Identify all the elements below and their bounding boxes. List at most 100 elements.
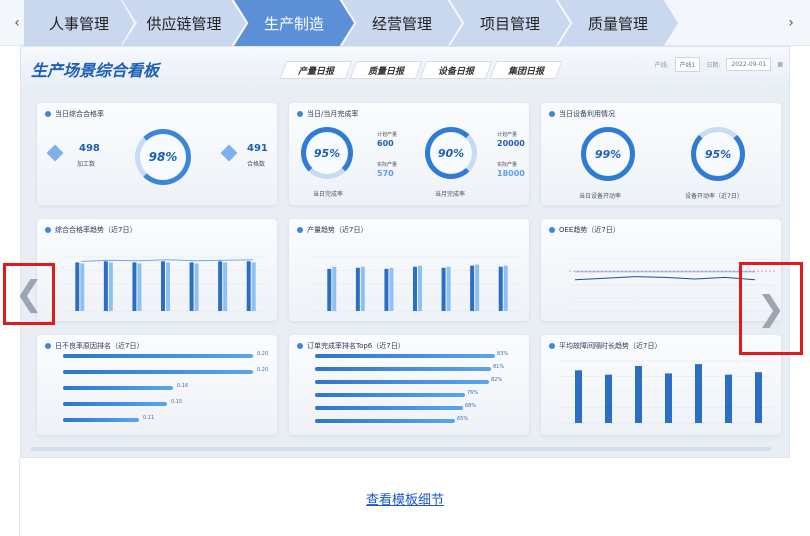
order-bar (315, 406, 463, 410)
tab-production[interactable]: 生产制造 (234, 0, 354, 46)
mtbf-bar (635, 365, 642, 423)
preview-scrollbar[interactable] (31, 447, 771, 451)
chart-bar (503, 265, 508, 311)
card-title-dot-icon (45, 343, 51, 349)
day-completion-ring: 95% (301, 127, 353, 179)
chevron-right-icon: ❯ (756, 288, 786, 329)
tab-label: 供应链管理 (146, 14, 222, 33)
order-row: 76% (297, 390, 527, 400)
card-title-text: 当日综合合格率 (55, 110, 104, 118)
tab-hr[interactable]: 人事管理 (24, 0, 134, 46)
card-title-dot-icon (45, 111, 51, 117)
chart-bar (384, 268, 389, 311)
report-tab-label: 产量日报 (297, 66, 334, 77)
chart-bar (189, 262, 194, 311)
defect-bar (63, 354, 253, 358)
defect-bar (63, 418, 139, 422)
mtbf-bar (575, 370, 582, 423)
previous-slide-button[interactable]: ❮ (3, 263, 55, 325)
order-bar (315, 380, 489, 384)
chart-bar (413, 266, 417, 311)
processed-value: 498 (79, 143, 100, 154)
date-filter-label: 日期: (706, 62, 721, 69)
chart-bar (103, 261, 108, 311)
chart-bar (137, 263, 142, 311)
defect-value: 0.16 (177, 383, 189, 389)
chart-bar (166, 262, 170, 311)
report-tab-label: 集团日报 (507, 66, 544, 77)
category-tab-bar: ‹ 人事管理 供应链管理 生产制造 经营管理 项目管理 质量管理 › (0, 0, 810, 46)
chart-bar (360, 266, 365, 311)
defect-value: 0.20 (257, 367, 269, 373)
mtbf-bar (695, 364, 702, 423)
tab-projects[interactable]: 项目管理 (450, 0, 570, 46)
tab-label: 人事管理 (48, 14, 109, 33)
chart-bar (470, 265, 475, 311)
page-root: ‹ 人事管理 供应链管理 生产制造 经营管理 项目管理 质量管理 › 生产场景综… (0, 0, 810, 536)
equipment-week-ring: 95% (691, 127, 745, 181)
order-bar (315, 419, 455, 423)
day-plan-value: 600 (377, 139, 394, 148)
chart-bar (441, 267, 446, 311)
pass-trend-chart (61, 256, 267, 312)
report-tab-group[interactable]: 集团日报 (493, 61, 559, 79)
month-plan-label: 计划产量 (497, 132, 518, 138)
next-slide-button[interactable]: ❯ (739, 262, 803, 355)
defect-value: 0.15 (171, 399, 183, 405)
pass-rate-card: 当日综合合格率 498 加工数 98% 491 合格数 (37, 103, 277, 205)
card-title-dot-icon (549, 111, 555, 117)
chart-bar (218, 261, 223, 311)
defect-bar (63, 370, 253, 374)
report-tab-equipment[interactable]: 设备日报 (423, 61, 489, 79)
tab-supply-chain[interactable]: 供应链管理 (122, 0, 246, 46)
card-title-text: 当日/当月完成率 (307, 110, 359, 118)
card-title-dot-icon (297, 111, 303, 117)
dashboard-title: 生产场景综合看板 (31, 61, 160, 80)
report-tab-label: 质量日报 (367, 66, 404, 77)
mtbf-bar (605, 374, 612, 423)
defect-row: 0.15 (45, 399, 275, 409)
oee-line (574, 276, 756, 281)
day-actual-value: 570 (377, 169, 394, 178)
tab-quality[interactable]: 质量管理 (558, 0, 678, 46)
card-title: 日不良率原因排名（近7日） (45, 341, 143, 351)
dashboard-preview: 生产场景综合看板 产量日报 质量日报 设备日报 集团日报 产线: 产线1 日期:… (20, 46, 790, 458)
equipment-week-caption: 设备开动率（近7日） (685, 193, 743, 200)
date-picker[interactable]: 2022-09-01 (726, 58, 772, 71)
tab-scroll-right-icon[interactable]: › (780, 0, 802, 46)
calendar-icon[interactable]: ▦ (777, 61, 783, 68)
month-completion-ring: 90% (425, 127, 477, 179)
defect-row: 0.11 (45, 415, 275, 425)
output-trend-card: 产量趋势（近7日） (289, 219, 529, 321)
line-select[interactable]: 产线1 (674, 57, 701, 72)
day-actual-label: 实际产量 (377, 162, 398, 168)
completion-card: 当日/当月完成率 95% 计划产量 600 实际产量 570 90% 计划产量 … (289, 103, 529, 205)
order-bar (315, 367, 491, 371)
chart-bar (332, 266, 337, 311)
month-plan-value: 20000 (497, 139, 525, 148)
pass-rate-ring: 98% (135, 129, 191, 185)
category-tabs: 人事管理 供应链管理 生产制造 经营管理 项目管理 质量管理 (24, 0, 704, 46)
defect-value: 0.11 (143, 415, 155, 421)
report-tab-output[interactable]: 产量日报 (283, 61, 349, 79)
output-trend-chart (313, 256, 519, 312)
order-bar (315, 393, 465, 397)
chart-bar (223, 262, 228, 311)
card-title: 当日综合合格率 (45, 109, 104, 119)
mtbf-bar (725, 374, 732, 423)
view-template-details-link[interactable]: 查看模板细节 (0, 489, 810, 508)
card-title: 当日设备利用情况 (549, 109, 615, 119)
defect-bar (63, 386, 173, 390)
tab-label: 生产制造 (263, 14, 324, 33)
chart-bar (75, 262, 80, 311)
tab-label: 项目管理 (479, 14, 540, 33)
dashboard-header: 生产场景综合看板 产量日报 质量日报 设备日报 集团日报 产线: 产线1 日期:… (21, 47, 789, 89)
tab-operations[interactable]: 经营管理 (342, 0, 462, 46)
card-title: 当日/当月完成率 (297, 109, 358, 119)
defect-row: 0.20 (45, 351, 275, 361)
dashboard-filters: 产线: 产线1 日期: 2022-09-01 ▦ (655, 57, 783, 72)
report-tab-label: 设备日报 (437, 66, 474, 77)
report-tab-quality[interactable]: 质量日报 (353, 61, 419, 79)
order-value: 83% (497, 351, 509, 357)
passed-icon (220, 144, 238, 162)
